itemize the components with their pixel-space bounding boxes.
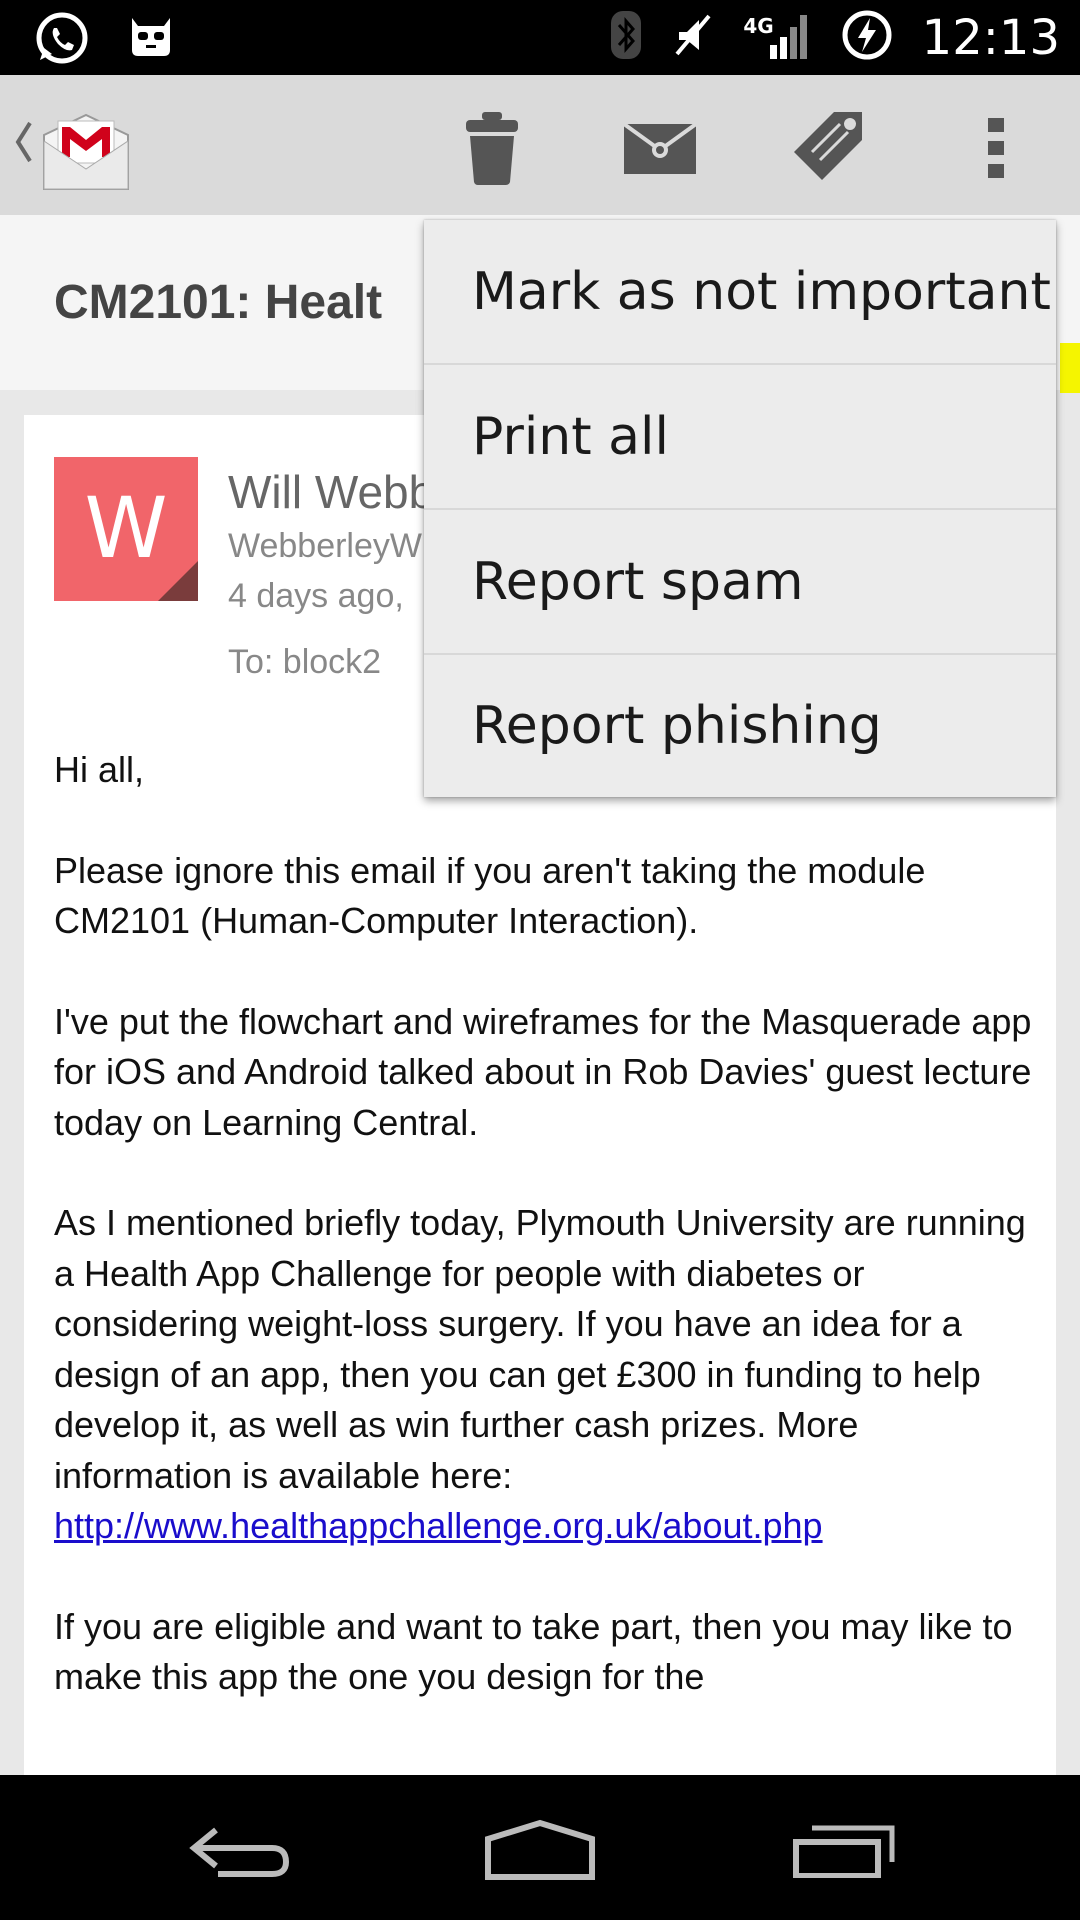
conversation-subject: CM2101: Healt [54,276,383,329]
body-paragraph: As I mentioned briefly today, Plymouth U… [54,1198,1044,1552]
battery-charging-icon [840,8,894,67]
overflow-menu: Mark as not important Print all Report s… [424,220,1056,797]
menu-item-mark-not-important[interactable]: Mark as not important [424,220,1056,365]
avatar[interactable]: W [54,457,198,601]
bluetooth-icon [609,9,643,66]
back-icon[interactable] [180,1815,300,1885]
sender-name[interactable]: Will Webb [228,465,434,519]
navigation-bar [0,1775,1080,1920]
avatar-corner [158,561,198,601]
signal-icon [768,9,812,66]
health-app-challenge-link[interactable]: http://www.healthappchallenge.org.uk/abo… [54,1505,823,1546]
menu-item-report-phishing[interactable]: Report phishing [424,655,1056,797]
action-bar [0,75,1080,215]
back-chevron-icon[interactable] [12,117,36,172]
overflow-menu-icon[interactable] [956,103,1036,193]
vibrate-icon [671,10,715,65]
whatsapp-icon [28,10,96,73]
important-marker[interactable] [1060,343,1080,393]
body-paragraph: If you are eligible and want to take par… [54,1605,1013,1698]
status-bar: 4G 12:13 [0,0,1080,75]
label-icon[interactable] [788,103,868,193]
gmail-logo[interactable] [40,113,132,198]
body-paragraph: I've put the flowchart and wireframes fo… [54,1000,1032,1143]
message-date: 4 days ago, [228,577,404,615]
home-icon[interactable] [480,1815,600,1885]
menu-item-report-spam[interactable]: Report spam [424,510,1056,655]
cyanogenmod-icon [126,10,176,73]
menu-item-print-all[interactable]: Print all [424,365,1056,510]
delete-icon[interactable] [452,103,532,193]
clock: 12:13 [921,9,1060,66]
sender-email: WebberleyW [228,527,422,565]
body-paragraph: Please ignore this email if you aren't t… [54,849,926,942]
recents-icon[interactable] [784,1815,904,1885]
body-text: As I mentioned briefly today, Plymouth U… [54,1202,1026,1496]
mark-unread-icon[interactable] [620,103,700,193]
message-body: Hi all, Please ignore this email if you … [54,745,1044,1753]
recipients[interactable]: To: block2 [228,643,381,682]
